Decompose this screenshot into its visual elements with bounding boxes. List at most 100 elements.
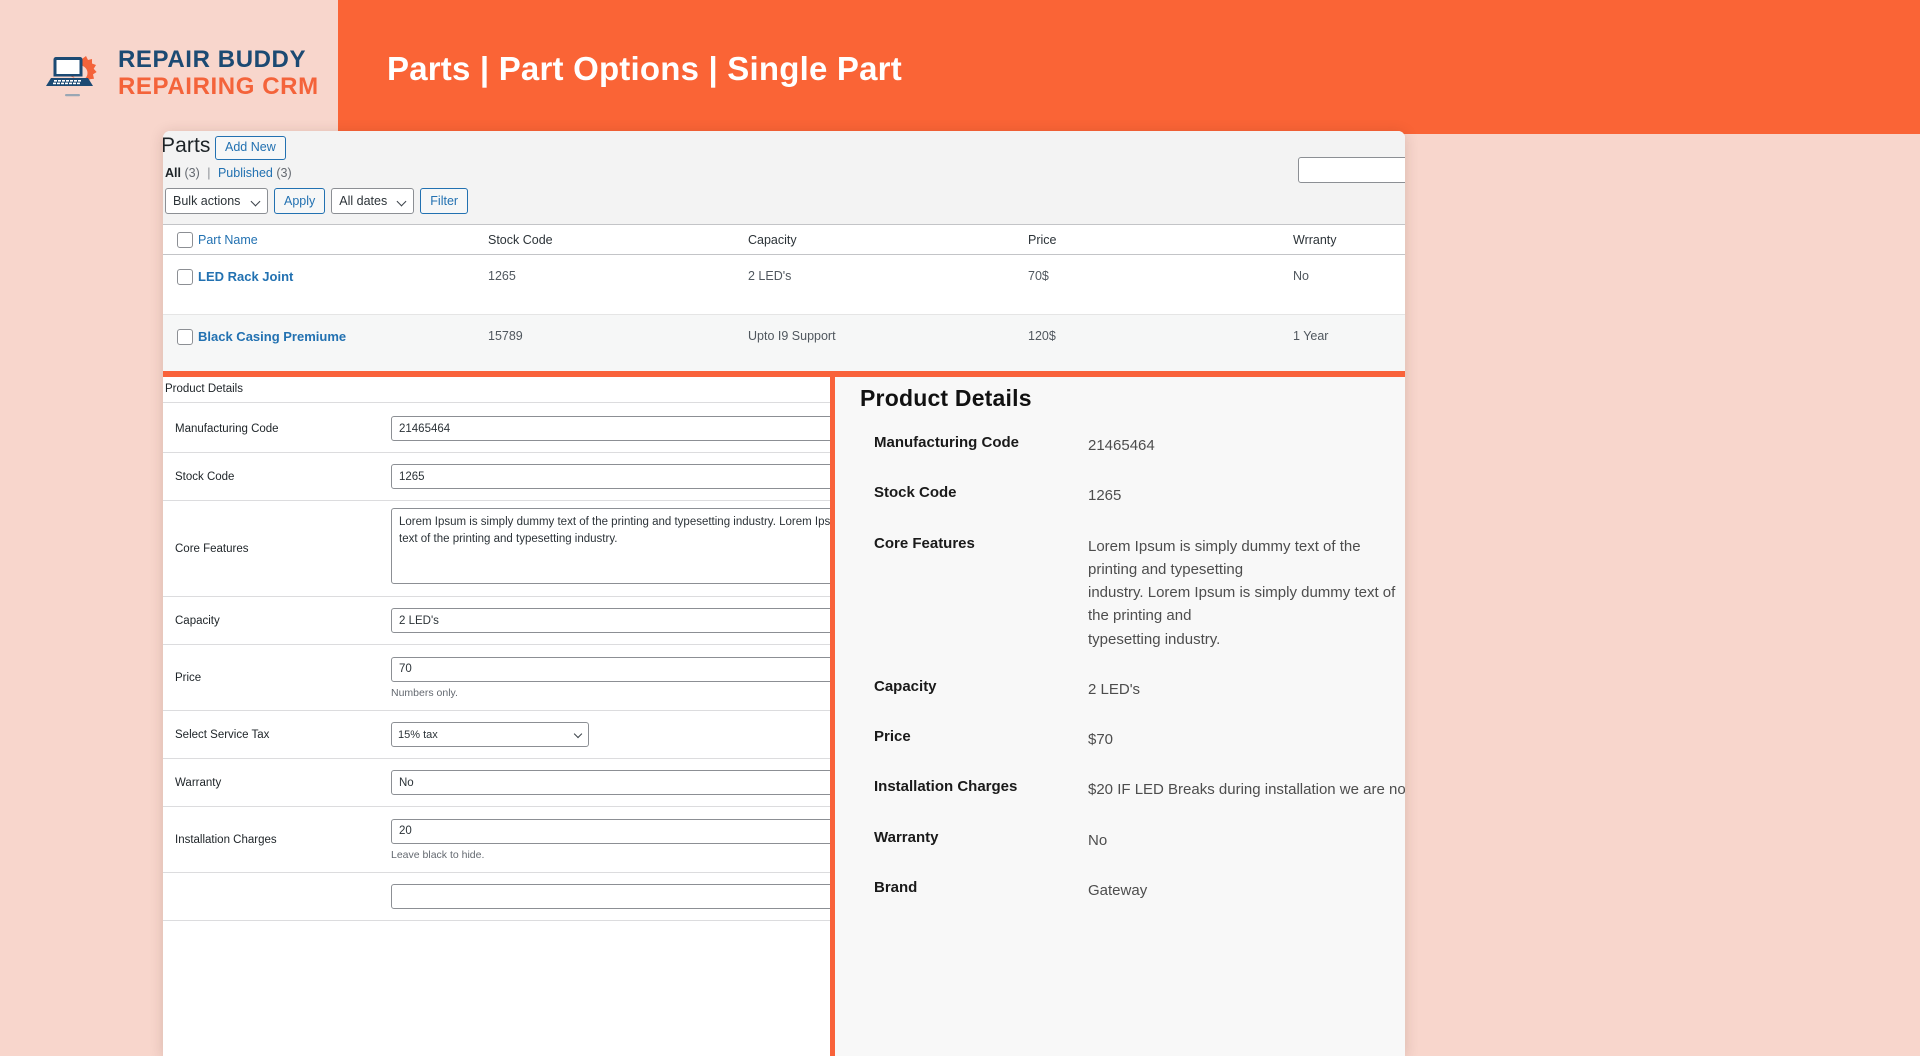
preview-title: Product Details: [860, 385, 1032, 411]
field-control: 15% tax: [391, 722, 830, 747]
field-control: [391, 608, 830, 633]
field-label: Stock Code: [175, 470, 235, 483]
column-header-part-name[interactable]: Part Name: [198, 233, 488, 247]
bulk-actions-select[interactable]: Bulk actions: [165, 188, 268, 214]
preview-row-installation-charges: Installation Charges $20 IF LED Breaks d…: [860, 778, 1405, 801]
preview-value: Gateway: [1088, 881, 1148, 899]
preview-value: No: [1088, 831, 1108, 849]
table-navigation: Bulk actions Apply All dates Filter: [165, 188, 469, 214]
bulk-actions-select-wrap[interactable]: Bulk actions: [165, 188, 268, 214]
field-control: [391, 884, 830, 909]
field-label: Capacity: [175, 614, 220, 627]
brand-logo: REPAIR BUDDY REPAIRING CRM: [45, 48, 335, 104]
cell-stock-code: 1265: [488, 269, 516, 283]
apply-button[interactable]: Apply: [274, 188, 326, 214]
preview-row-capacity: Capacity 2 LED's: [860, 678, 1405, 701]
admin-screenshot-card: Parts Add New All (3) | Published (3) Bu…: [163, 131, 1405, 1056]
next-field-input[interactable]: [391, 884, 830, 909]
product-details-form: Product Details Manufacturing Code Stock…: [163, 371, 835, 1056]
select-all-checkbox[interactable]: [177, 231, 193, 248]
field-label: Core Features: [175, 542, 249, 555]
cell-stock-code: 15789: [488, 329, 523, 343]
field-control: [391, 508, 830, 589]
field-control: Leave black to hide.: [391, 818, 830, 861]
section-divider: [163, 371, 1405, 377]
part-name-link[interactable]: Black Casing Premiume: [198, 329, 346, 344]
metabox-title: Product Details: [163, 377, 830, 403]
preview-key: Stock Code: [874, 484, 957, 502]
field-control: [391, 770, 830, 795]
warranty-input[interactable]: [391, 770, 830, 795]
preview-row-price: Price $70: [860, 728, 1405, 751]
service-tax-select[interactable]: 15% tax: [391, 722, 589, 747]
core-features-textarea[interactable]: [391, 508, 830, 584]
dates-select-wrap[interactable]: All dates: [331, 188, 415, 214]
field-row-manufacturing-code: Manufacturing Code: [163, 405, 830, 453]
list-header: Parts Add New All (3) | Published (3) Bu…: [163, 131, 1405, 216]
price-help-text: Numbers only.: [391, 686, 458, 699]
view-filters: All (3) | Published (3): [165, 166, 292, 180]
field-control: [391, 416, 830, 441]
view-filter-published[interactable]: Published: [218, 166, 273, 180]
preview-key: Brand: [874, 878, 918, 896]
preview-key: Warranty: [874, 828, 939, 846]
view-filter-separator: |: [207, 166, 211, 180]
column-header-wrranty: Wrranty: [1293, 232, 1337, 247]
search-input[interactable]: [1298, 157, 1405, 183]
field-row-installation-charges: Installation Charges Leave black to hide…: [163, 807, 830, 873]
add-new-button[interactable]: Add New: [215, 136, 286, 160]
service-tax-select-wrap[interactable]: 15% tax: [391, 722, 589, 747]
cell-price: 70$: [1028, 269, 1049, 283]
preview-row-warranty: Warranty No: [860, 829, 1405, 852]
product-details-preview: Product Details Manufacturing Code 21465…: [835, 371, 1405, 1056]
field-row-core-features: Core Features: [163, 501, 830, 597]
preview-value: $20 IF LED Breaks during installation we…: [1088, 781, 1405, 799]
row-select-cell[interactable]: [163, 269, 198, 285]
logo-line-2: REPAIRING CRM: [118, 73, 319, 100]
column-header-price: Price: [1028, 232, 1057, 247]
cell-part-name: LED Rack Joint: [198, 269, 488, 284]
field-row-next: [163, 873, 830, 921]
view-filter-all[interactable]: All: [165, 166, 181, 180]
filter-button[interactable]: Filter: [420, 188, 469, 214]
row-checkbox[interactable]: [177, 329, 193, 345]
cell-wrranty: No: [1293, 269, 1309, 283]
parts-list-area: Parts Add New All (3) | Published (3) Bu…: [163, 131, 1405, 375]
select-all-cell[interactable]: [163, 231, 198, 248]
table-row[interactable]: Black Casing Premiume 15789 Upto I9 Supp…: [163, 315, 1405, 375]
field-control: [391, 464, 830, 489]
capacity-input[interactable]: [391, 608, 830, 633]
cell-part-name: Black Casing Premiume: [198, 329, 488, 344]
detail-split: Product Details Manufacturing Code Stock…: [163, 371, 1405, 1056]
price-input[interactable]: [391, 656, 830, 682]
field-row-capacity: Capacity: [163, 597, 830, 645]
stock-code-input[interactable]: [391, 464, 830, 489]
cell-wrranty: 1 Year: [1293, 329, 1329, 343]
preview-key: Price: [874, 728, 911, 745]
table-header-row: Part Name Stock Code Capacity Price Wrra…: [163, 224, 1405, 255]
table-row[interactable]: LED Rack Joint 1265 2 LED's 70$ No: [163, 255, 1405, 315]
preview-key: Installation Charges: [874, 778, 1018, 796]
installation-charges-input[interactable]: [391, 818, 830, 844]
preview-value: 1265: [1088, 487, 1122, 505]
dates-select[interactable]: All dates: [331, 188, 415, 214]
preview-value: 2 LED's: [1088, 680, 1141, 698]
row-select-cell[interactable]: [163, 329, 198, 345]
preview-key: Manufacturing Code: [874, 434, 1019, 451]
field-row-stock-code: Stock Code: [163, 453, 830, 501]
manufacturing-code-input[interactable]: [391, 416, 830, 441]
field-control: Numbers only.: [391, 656, 830, 699]
preview-value: Lorem Ipsum is simply dummy text of the …: [1088, 537, 1396, 648]
preview-key: Capacity: [874, 677, 937, 695]
parts-table: Part Name Stock Code Capacity Price Wrra…: [163, 224, 1405, 375]
field-label: Manufacturing Code: [175, 422, 279, 435]
preview-row-stock-code: Stock Code 1265: [860, 484, 1405, 507]
laptop-gear-icon: [45, 45, 105, 101]
column-header-stock-code: Stock Code: [488, 232, 553, 247]
row-checkbox[interactable]: [177, 269, 193, 285]
field-label: Price: [175, 671, 202, 684]
installation-charges-help-text: Leave black to hide.: [391, 848, 485, 861]
part-name-link[interactable]: LED Rack Joint: [198, 269, 293, 284]
preview-row-manufacturing-code: Manufacturing Code 21465464: [860, 434, 1405, 457]
column-header-capacity: Capacity: [748, 232, 797, 247]
